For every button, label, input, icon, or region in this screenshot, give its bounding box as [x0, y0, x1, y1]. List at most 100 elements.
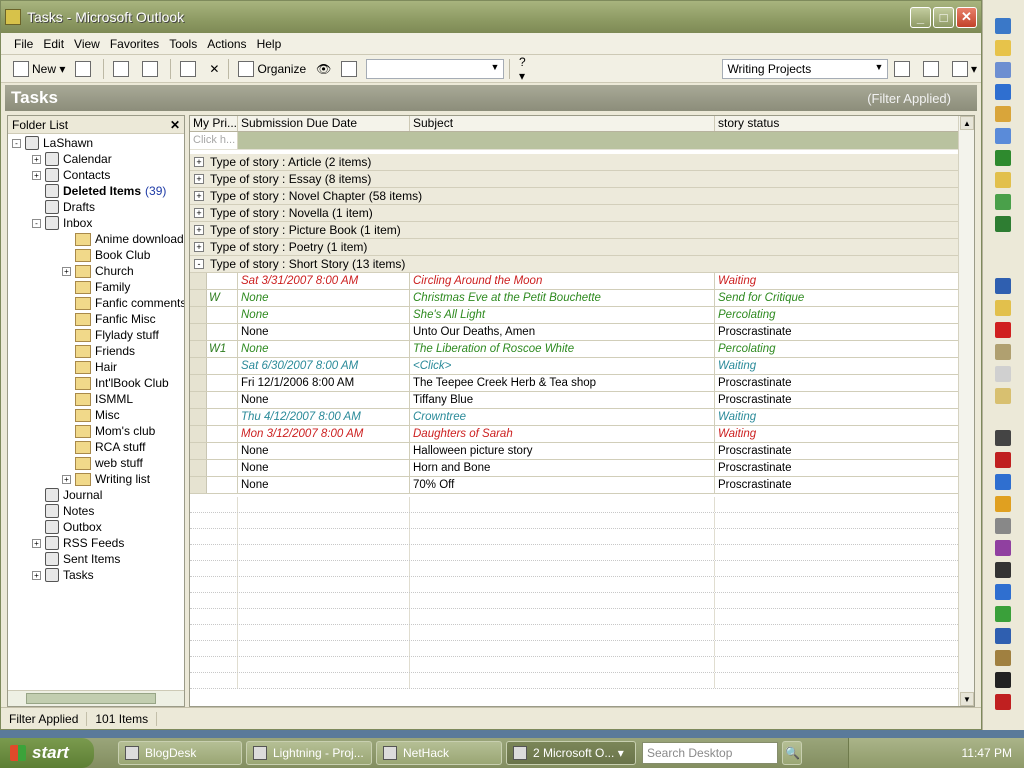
- subject-cell[interactable]: Halloween picture story: [410, 443, 715, 459]
- outlook-icon[interactable]: [995, 18, 1011, 34]
- music-icon[interactable]: [995, 128, 1011, 144]
- folder-item[interactable]: - LaShawn: [12, 135, 93, 151]
- status-cell[interactable]: Proscrastinate: [715, 477, 959, 493]
- folder-item[interactable]: Sent Items: [32, 551, 120, 567]
- folder-item[interactable]: - Inbox: [32, 215, 92, 231]
- teapot-icon[interactable]: [995, 452, 1011, 468]
- move-button[interactable]: [176, 58, 203, 80]
- save-button[interactable]: [71, 58, 98, 80]
- ie-icon[interactable]: [995, 84, 1011, 100]
- menu-file[interactable]: File: [9, 37, 38, 51]
- folder-icon[interactable]: [995, 40, 1011, 56]
- folder-item[interactable]: + Contacts: [32, 167, 110, 183]
- folder-icon[interactable]: [995, 172, 1011, 188]
- table-row[interactable]: None 70% Off Proscrastinate: [190, 477, 974, 494]
- field-chooser-button[interactable]: [919, 58, 946, 80]
- plus-icon[interactable]: [995, 322, 1011, 338]
- expand-icon[interactable]: +: [194, 225, 204, 235]
- folder-item[interactable]: Deleted Items (39): [32, 183, 166, 199]
- due-date-cell[interactable]: None: [238, 307, 410, 323]
- status-cell[interactable]: Send for Critique: [715, 290, 959, 306]
- jp-icon[interactable]: [995, 496, 1011, 512]
- group-header[interactable]: + Type of story : Picture Book (1 item): [190, 222, 974, 239]
- table-row[interactable]: W1 None The Liberation of Roscoe White Perc…: [190, 341, 974, 358]
- folder-item[interactable]: web stuff: [62, 455, 143, 471]
- due-date-cell[interactable]: None: [238, 443, 410, 459]
- folder-item[interactable]: Int'lBook Club: [62, 375, 169, 391]
- subject-cell[interactable]: Horn and Bone: [410, 460, 715, 476]
- table-row[interactable]: None She's All Light Percolating: [190, 307, 974, 324]
- expand-icon[interactable]: +: [62, 266, 71, 276]
- find-contact-combo[interactable]: ▼: [366, 58, 504, 79]
- new-button[interactable]: New ▾: [9, 58, 69, 80]
- folder-item[interactable]: Notes: [32, 503, 94, 519]
- folder-item[interactable]: Fanfic Misc: [62, 311, 156, 327]
- col-subject[interactable]: Subject: [410, 116, 715, 131]
- expand-icon[interactable]: +: [32, 538, 41, 548]
- subject-cell[interactable]: Christmas Eve at the Petit Bouchette: [410, 290, 715, 306]
- group-header[interactable]: + Type of story : Poetry (1 item): [190, 239, 974, 256]
- folder-item[interactable]: + Tasks: [32, 567, 94, 583]
- eye-icon[interactable]: [995, 150, 1011, 166]
- subject-cell[interactable]: 70% Off: [410, 477, 715, 493]
- at-icon[interactable]: [995, 672, 1011, 688]
- due-date-cell[interactable]: Fri 12/1/2006 8:00 AM: [238, 375, 410, 391]
- group-header[interactable]: + Type of story : Novel Chapter (58 items…: [190, 188, 974, 205]
- subject-cell[interactable]: The Liberation of Roscoe White: [410, 341, 715, 357]
- folder-item[interactable]: RCA stuff: [62, 439, 145, 455]
- new-item-row[interactable]: Click h...: [190, 132, 974, 150]
- menu-view[interactable]: View: [69, 37, 105, 51]
- due-date-cell[interactable]: None: [238, 392, 410, 408]
- priority-cell[interactable]: [190, 409, 238, 425]
- priority-cell[interactable]: [190, 358, 238, 374]
- view-button[interactable]: 👁: [312, 58, 335, 80]
- menu-help[interactable]: Help: [252, 37, 287, 51]
- table-row[interactable]: Mon 3/12/2007 8:00 AM Daughters of Sarah W…: [190, 426, 974, 443]
- menu-edit[interactable]: Edit: [38, 37, 69, 51]
- folder-item[interactable]: Hair: [62, 359, 117, 375]
- grid-vscrollbar[interactable]: ▲ ▼: [958, 116, 974, 706]
- folder-item[interactable]: Misc: [62, 407, 120, 423]
- table-row[interactable]: None Unto Our Deaths, Amen Proscrastinate: [190, 324, 974, 341]
- folder-item[interactable]: + RSS Feeds: [32, 535, 124, 551]
- menu-favorites[interactable]: Favorites: [105, 37, 164, 51]
- maximize-button[interactable]: □: [933, 6, 954, 28]
- ie-icon[interactable]: [995, 474, 1011, 490]
- subject-cell[interactable]: Unto Our Deaths, Amen: [410, 324, 715, 340]
- table-row[interactable]: None Halloween picture story Proscrastinat…: [190, 443, 974, 460]
- close-button[interactable]: ✕: [956, 6, 977, 28]
- subject-cell[interactable]: The Teepee Creek Herb & Tea shop: [410, 375, 715, 391]
- status-cell[interactable]: Proscrastinate: [715, 392, 959, 408]
- xrt-icon[interactable]: [995, 606, 1011, 622]
- taskbar-nethack[interactable]: NetHack: [376, 741, 502, 765]
- blogdesk-icon[interactable]: [995, 366, 1011, 382]
- status-cell[interactable]: Waiting: [715, 426, 959, 442]
- collapse-icon[interactable]: -: [32, 218, 41, 228]
- print-preview-button[interactable]: [138, 58, 165, 80]
- taskbar-lightning[interactable]: Lightning - Proj...: [246, 741, 372, 765]
- priority-cell[interactable]: [190, 392, 238, 408]
- subject-cell[interactable]: Daughters of Sarah: [410, 426, 715, 442]
- folder-item[interactable]: Fanfic comments: [62, 295, 184, 311]
- d-icon[interactable]: [995, 650, 1011, 666]
- folder-icon[interactable]: [995, 300, 1011, 316]
- status-cell[interactable]: Proscrastinate: [715, 375, 959, 391]
- status-cell[interactable]: Percolating: [715, 307, 959, 323]
- table-row[interactable]: None Horn and Bone Proscrastinate: [190, 460, 974, 477]
- address-book-button[interactable]: [337, 58, 364, 80]
- document-icon[interactable]: [995, 62, 1011, 78]
- pencil-icon[interactable]: [995, 106, 1011, 122]
- due-date-cell[interactable]: None: [238, 324, 410, 340]
- folder-item[interactable]: + Calendar: [32, 151, 112, 167]
- priority-cell[interactable]: [190, 324, 238, 340]
- menu-tools[interactable]: Tools: [164, 37, 202, 51]
- due-date-cell[interactable]: Thu 4/12/2007 8:00 AM: [238, 409, 410, 425]
- search-desktop-input[interactable]: Search Desktop: [642, 742, 778, 764]
- folder-item[interactable]: Drafts: [32, 199, 95, 215]
- col-priority[interactable]: My Pri...: [190, 116, 238, 131]
- expand-icon[interactable]: +: [32, 154, 41, 164]
- table-row[interactable]: Sat 6/30/2007 8:00 AM <Click> Waiting: [190, 358, 974, 375]
- table-row[interactable]: Fri 12/1/2006 8:00 AM The Teepee Creek He…: [190, 375, 974, 392]
- folder-item[interactable]: Friends: [62, 343, 135, 359]
- delete-button[interactable]: ✕: [205, 58, 223, 80]
